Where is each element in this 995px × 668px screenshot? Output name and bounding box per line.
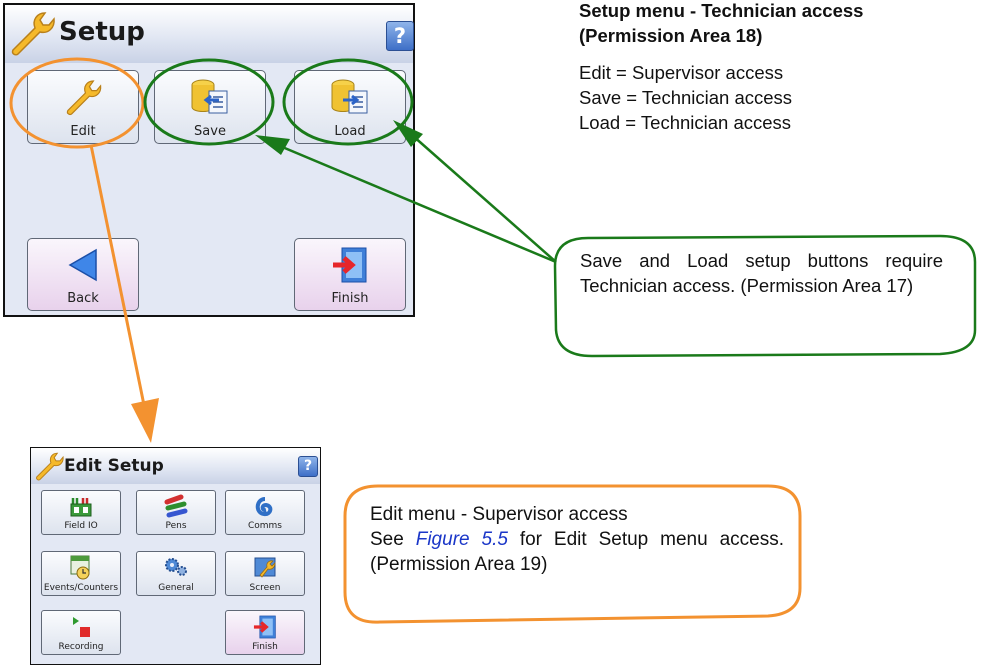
database-load-icon [331, 79, 368, 114]
help-button-label: ? [393, 24, 407, 48]
back-arrow-icon [68, 248, 97, 282]
edit-arrow-head [131, 398, 159, 443]
edit-setup-window: Edit Setup ? Field IO Pens Comms Events/… [30, 447, 321, 665]
setup-title-bar: Setup ? [5, 5, 414, 63]
edit-finish-button[interactable]: Finish [225, 610, 305, 655]
setup-note-edit-line: Edit = Supervisor access [579, 62, 784, 83]
recording-button[interactable]: Recording [41, 610, 121, 655]
edit-callout-line1: Edit menu - Supervisor access [370, 504, 628, 525]
recording-label: Recording [58, 642, 104, 652]
edit-callout-text: Edit menu - Supervisor access See Figure… [370, 502, 784, 577]
edit-setup-title-bar: Edit Setup ? [31, 448, 320, 484]
comms-label: Comms [247, 521, 282, 531]
setup-menu-note: Setup menu - Technician access (Permissi… [579, 0, 995, 135]
setup-note-load-line: Load = Technician access [579, 112, 792, 133]
pens-icon [164, 494, 188, 518]
save-button[interactable]: Save [154, 70, 266, 144]
page-title: Setup [59, 17, 145, 47]
events-counters-button[interactable]: Events/Counters [41, 551, 121, 596]
exit-door-icon [253, 615, 276, 639]
pens-label: Pens [165, 521, 187, 531]
setup-note-heading-line1: Setup menu - Technician access [579, 0, 864, 21]
screen-button[interactable]: Screen [225, 551, 305, 596]
general-label: General [158, 583, 194, 593]
calendar-clock-icon [70, 555, 90, 580]
edit-finish-label: Finish [252, 642, 278, 652]
edit-setup-title: Edit Setup [64, 456, 164, 476]
save-button-label: Save [194, 124, 226, 139]
wrench-icon [11, 12, 55, 56]
edit-button[interactable]: Edit [27, 70, 139, 144]
finish-button-label: Finish [331, 291, 369, 306]
setup-note-save-line: Save = Technician access [579, 87, 793, 108]
wrench-icon [36, 452, 64, 481]
setup-note-heading: Setup menu - Technician access (Permissi… [579, 0, 995, 48]
load-button[interactable]: Load [294, 70, 406, 144]
figure-link[interactable]: Figure 5.5 [416, 529, 508, 550]
help-button[interactable]: ? [386, 21, 414, 51]
edit-callout-pre: See [370, 529, 416, 550]
load-arrow-line [403, 127, 557, 263]
wrench-icon [66, 80, 102, 116]
database-save-icon [191, 79, 228, 114]
general-button[interactable]: General [136, 551, 216, 596]
exit-door-icon [333, 247, 367, 283]
gears-icon [165, 558, 187, 576]
comms-button[interactable]: Comms [225, 490, 305, 535]
back-button[interactable]: Back [27, 238, 139, 311]
setup-note-heading-line2: (Permission Area 18) [579, 25, 763, 46]
back-button-label: Back [67, 291, 99, 306]
pens-button[interactable]: Pens [136, 490, 216, 535]
setup-window: Setup ? Edit Save Load Back Finish [3, 3, 415, 317]
cable-icon [255, 497, 273, 517]
edit-help-button[interactable]: ? [298, 456, 318, 477]
field-io-label: Field IO [64, 521, 98, 531]
edit-callout-line2: See Figure 5.5 for Edit Setup menu acces… [370, 527, 784, 577]
edit-button-label: Edit [70, 124, 96, 139]
finish-button[interactable]: Finish [294, 238, 406, 311]
io-module-icon [70, 498, 92, 517]
load-button-label: Load [334, 124, 366, 139]
field-io-button[interactable]: Field IO [41, 490, 121, 535]
screen-setup-icon [254, 557, 276, 578]
edit-help-label: ? [303, 458, 313, 474]
screen-label: Screen [249, 583, 281, 593]
save-load-callout-text: Save and Load setup buttons require Tech… [580, 250, 943, 296]
record-play-stop-icon [73, 617, 90, 637]
events-counters-label: Events/Counters [43, 583, 119, 593]
